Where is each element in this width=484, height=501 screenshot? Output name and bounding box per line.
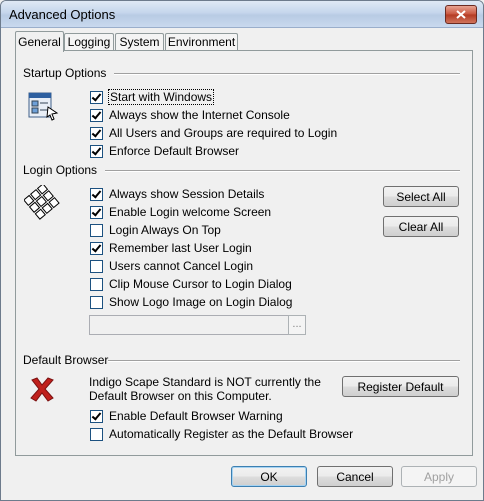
- cannot-cancel-label: Users cannot Cancel Login: [109, 259, 254, 273]
- startup-option-start-with-windows[interactable]: Start with Windows: [90, 89, 215, 105]
- logo-browse-button[interactable]: ...: [288, 315, 306, 335]
- browser-status-line1: Indigo Scape Standard is NOT currently t…: [89, 375, 321, 389]
- keypad-icon: [24, 185, 60, 220]
- browser-option-warning[interactable]: Enable Default Browser Warning: [90, 408, 283, 424]
- login-option-always-on-top[interactable]: Login Always On Top: [90, 222, 221, 238]
- advanced-options-window: Advanced Options General Logging System …: [0, 0, 484, 501]
- browser-warning-label: Enable Default Browser Warning: [109, 409, 283, 423]
- logo-image-path-field[interactable]: [89, 315, 289, 335]
- login-option-remember-user[interactable]: Remember last User Login: [90, 240, 252, 256]
- clear-all-button[interactable]: Clear All: [383, 216, 459, 237]
- welcome-screen-checkbox[interactable]: [90, 205, 103, 219]
- start-with-windows-checkbox[interactable]: [90, 90, 103, 104]
- always-on-top-label: Login Always On Top: [109, 223, 221, 237]
- close-button[interactable]: [445, 5, 477, 24]
- startup-option-users-login[interactable]: All Users and Groups are required to Log…: [90, 125, 337, 141]
- cancel-button[interactable]: Cancel: [317, 466, 393, 487]
- enforce-browser-label: Enforce Default Browser: [109, 144, 240, 158]
- startup-option-internet-console[interactable]: Always show the Internet Console: [90, 107, 290, 123]
- startup-options-heading: Startup Options: [23, 66, 107, 80]
- select-all-button[interactable]: Select All: [383, 186, 459, 207]
- close-icon: [456, 10, 466, 19]
- cannot-cancel-checkbox[interactable]: [90, 259, 103, 273]
- remember-user-checkbox[interactable]: [90, 241, 103, 255]
- auto-register-checkbox[interactable]: [90, 427, 103, 441]
- browser-option-auto-register[interactable]: Automatically Register as the Default Br…: [90, 426, 353, 442]
- login-option-cannot-cancel[interactable]: Users cannot Cancel Login: [90, 258, 253, 274]
- tab-general[interactable]: General: [15, 31, 64, 52]
- auto-register-label: Automatically Register as the Default Br…: [109, 427, 354, 441]
- users-login-checkbox[interactable]: [90, 126, 103, 140]
- session-details-label: Always show Session Details: [109, 187, 265, 201]
- always-on-top-checkbox[interactable]: [90, 223, 103, 237]
- login-option-welcome-screen[interactable]: Enable Login welcome Screen: [90, 204, 271, 220]
- general-tab-panel: Startup Options Start with Windows Alway…: [15, 50, 473, 456]
- title-bar[interactable]: Advanced Options: [1, 1, 483, 28]
- register-default-button[interactable]: Register Default: [342, 376, 459, 397]
- tab-logging[interactable]: Logging: [64, 33, 114, 51]
- login-divider: [105, 170, 460, 172]
- show-logo-label: Show Logo Image on Login Dialog: [109, 295, 293, 309]
- clip-cursor-checkbox[interactable]: [90, 277, 103, 291]
- browser-divider: [108, 360, 460, 362]
- enforce-browser-checkbox[interactable]: [90, 144, 103, 158]
- startup-settings-icon: [28, 92, 59, 121]
- tab-environment[interactable]: Environment: [165, 33, 238, 51]
- startup-option-enforce-browser[interactable]: Enforce Default Browser: [90, 143, 239, 159]
- tab-system[interactable]: System: [115, 33, 164, 51]
- start-with-windows-label: Start with Windows: [107, 89, 215, 105]
- apply-button[interactable]: Apply: [401, 466, 477, 487]
- login-option-session-details[interactable]: Always show Session Details: [90, 186, 264, 202]
- session-details-checkbox[interactable]: [90, 187, 103, 201]
- login-options-heading: Login Options: [23, 163, 98, 177]
- internet-console-checkbox[interactable]: [90, 108, 103, 122]
- window-title: Advanced Options: [9, 7, 116, 22]
- startup-divider: [114, 73, 460, 75]
- ok-button[interactable]: OK: [231, 466, 307, 487]
- not-default-x-icon: [30, 377, 54, 402]
- default-browser-heading: Default Browser: [23, 353, 109, 367]
- welcome-screen-label: Enable Login welcome Screen: [109, 205, 272, 219]
- login-option-show-logo[interactable]: Show Logo Image on Login Dialog: [90, 294, 292, 310]
- browser-warning-checkbox[interactable]: [90, 409, 103, 423]
- login-option-clip-cursor[interactable]: Clip Mouse Cursor to Login Dialog: [90, 276, 292, 292]
- remember-user-label: Remember last User Login: [109, 241, 252, 255]
- show-logo-checkbox[interactable]: [90, 295, 103, 309]
- internet-console-label: Always show the Internet Console: [109, 108, 290, 122]
- browser-status-line2: Default Browser on this Computer.: [89, 389, 272, 403]
- users-login-label: All Users and Groups are required to Log…: [109, 126, 338, 140]
- clip-cursor-label: Clip Mouse Cursor to Login Dialog: [109, 277, 292, 291]
